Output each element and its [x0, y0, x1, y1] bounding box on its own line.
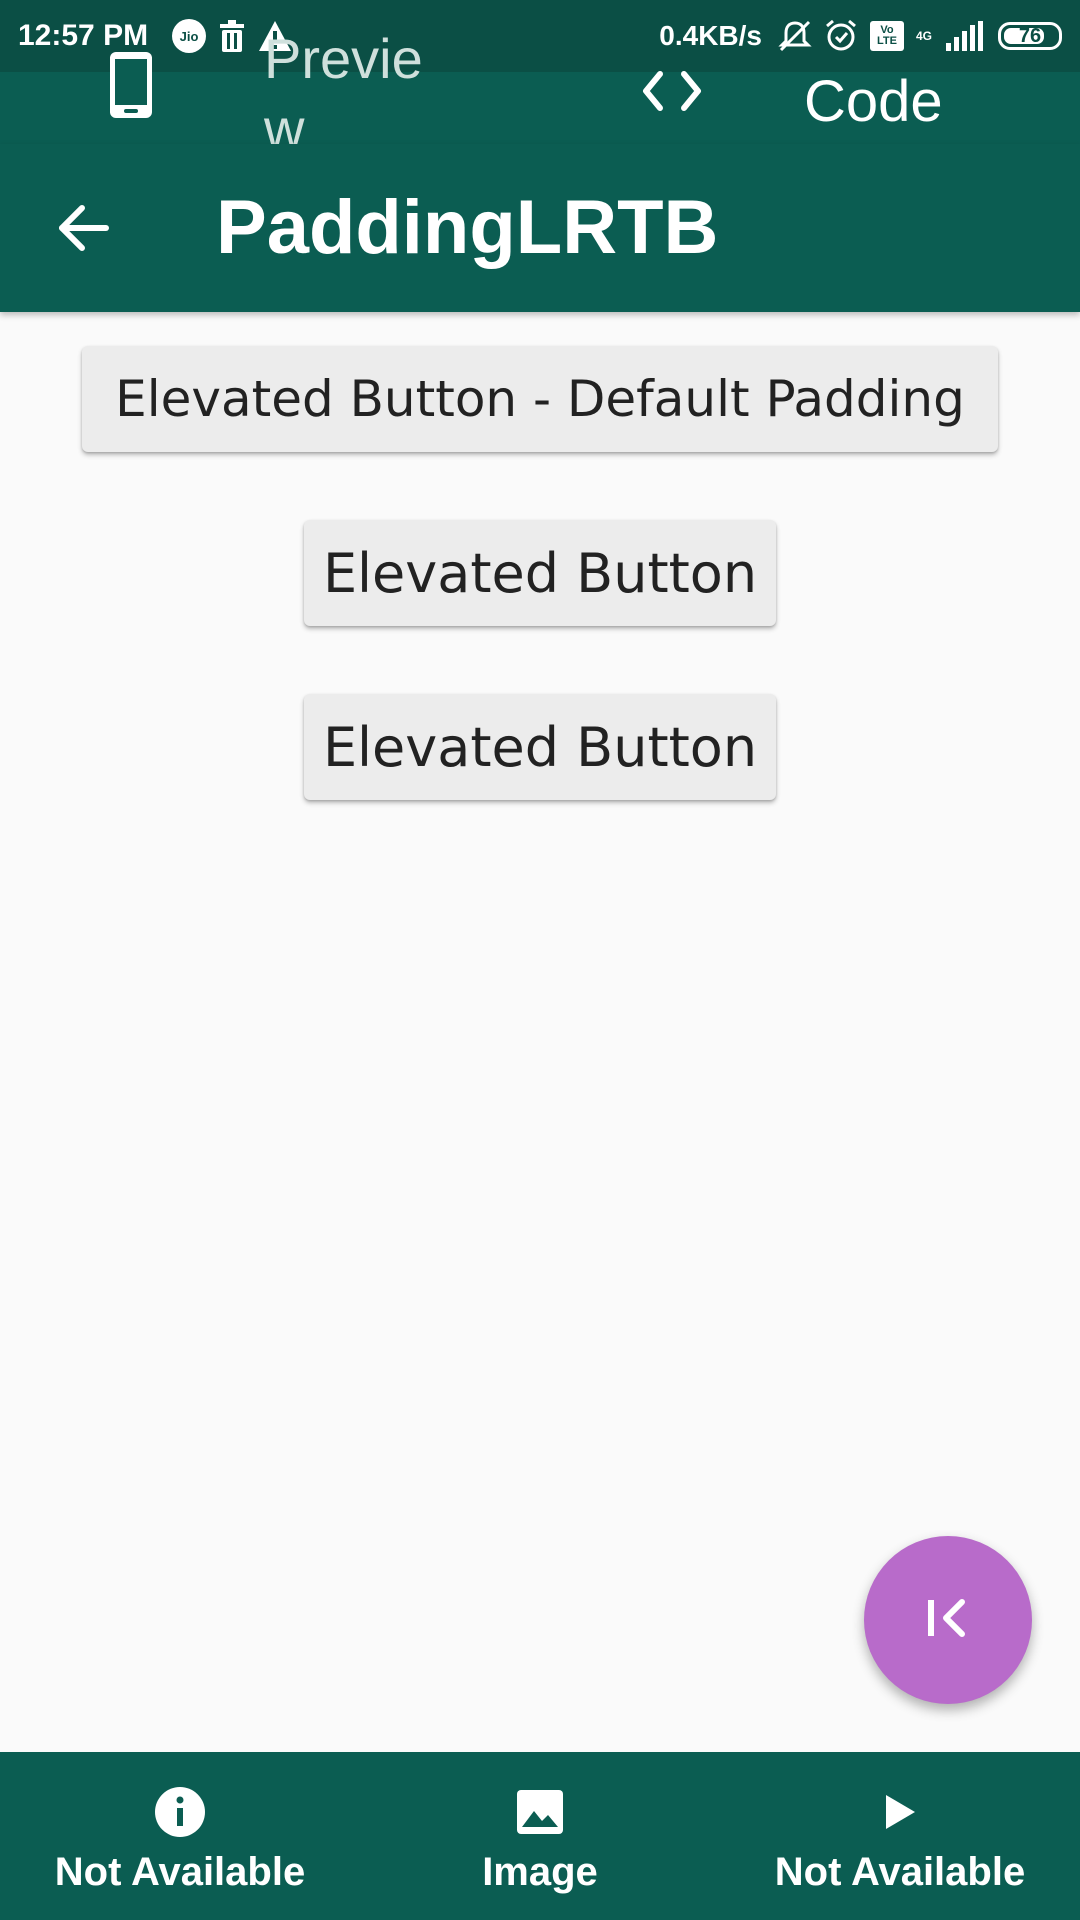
battery-icon: 76 [998, 22, 1062, 50]
jio-icon: Jio [172, 19, 207, 53]
battery-level: 76 [1018, 24, 1042, 47]
nav-item-play[interactable]: Not Available [750, 1752, 1050, 1920]
tab-preview-label: Preview [264, 27, 423, 160]
elevated-button-default-padding[interactable]: Elevated Button - Default Padding [82, 346, 998, 452]
alarm-icon [824, 19, 858, 53]
info-icon [154, 1786, 206, 1838]
top-tabs: Preview Code [0, 27, 1080, 160]
bottom-nav: Not Available Image Not Available [0, 1752, 1080, 1920]
nav-item-label: Not Available [774, 1850, 1026, 1894]
nav-item-label: Not Available [54, 1850, 306, 1894]
phone-icon [108, 50, 154, 125]
tab-preview[interactable]: Preview [0, 27, 540, 160]
elevated-button-2[interactable]: Elevated Button [304, 520, 776, 626]
tab-code[interactable]: Code [540, 69, 1080, 144]
status-bar-right: 0.4KB/s Vo LTE 4G 76 [659, 0, 1062, 72]
tab-code-label: Code [804, 69, 943, 134]
status-bar: 12:57 PM Jio 0.4KB/s Vo LTE 4G 76 [0, 0, 1080, 72]
status-bar-left: 12:57 PM Jio [18, 0, 298, 72]
elevated-button-3[interactable]: Elevated Button [304, 694, 776, 800]
fab-button[interactable] [864, 1536, 1032, 1704]
first-page-icon [924, 1596, 972, 1645]
nav-item-label: Image [482, 1850, 598, 1894]
status-time: 12:57 PM [18, 19, 149, 52]
volte-icon: Vo LTE [869, 21, 904, 51]
image-icon [516, 1786, 564, 1838]
network-speed: 0.4KB/s [659, 20, 762, 51]
signal-icon [944, 21, 984, 51]
network-type: 4G [915, 28, 932, 43]
arrow-back-icon[interactable] [56, 200, 112, 261]
delete-icon [218, 20, 246, 52]
page-title: PaddingLRTB [216, 185, 719, 270]
mute-icon [778, 19, 812, 53]
nav-item-info[interactable]: Not Available [30, 1752, 330, 1920]
code-icon [640, 66, 704, 121]
play-icon [884, 1786, 916, 1838]
nav-item-image[interactable]: Image [440, 1752, 640, 1920]
